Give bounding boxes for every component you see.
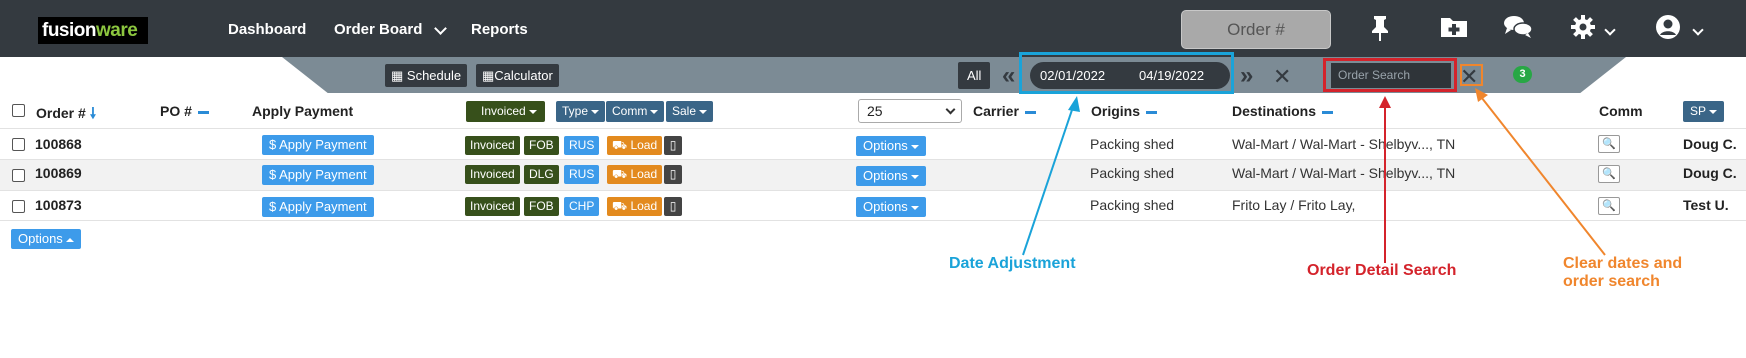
order-detail-search-label: Order Detail Search [1307, 262, 1457, 279]
clear-dates-label: Clear dates and order search [1563, 255, 1683, 290]
annotation-arrows [1022, 88, 1606, 263]
date-adjustment-label: Date Adjustment [949, 255, 1076, 272]
